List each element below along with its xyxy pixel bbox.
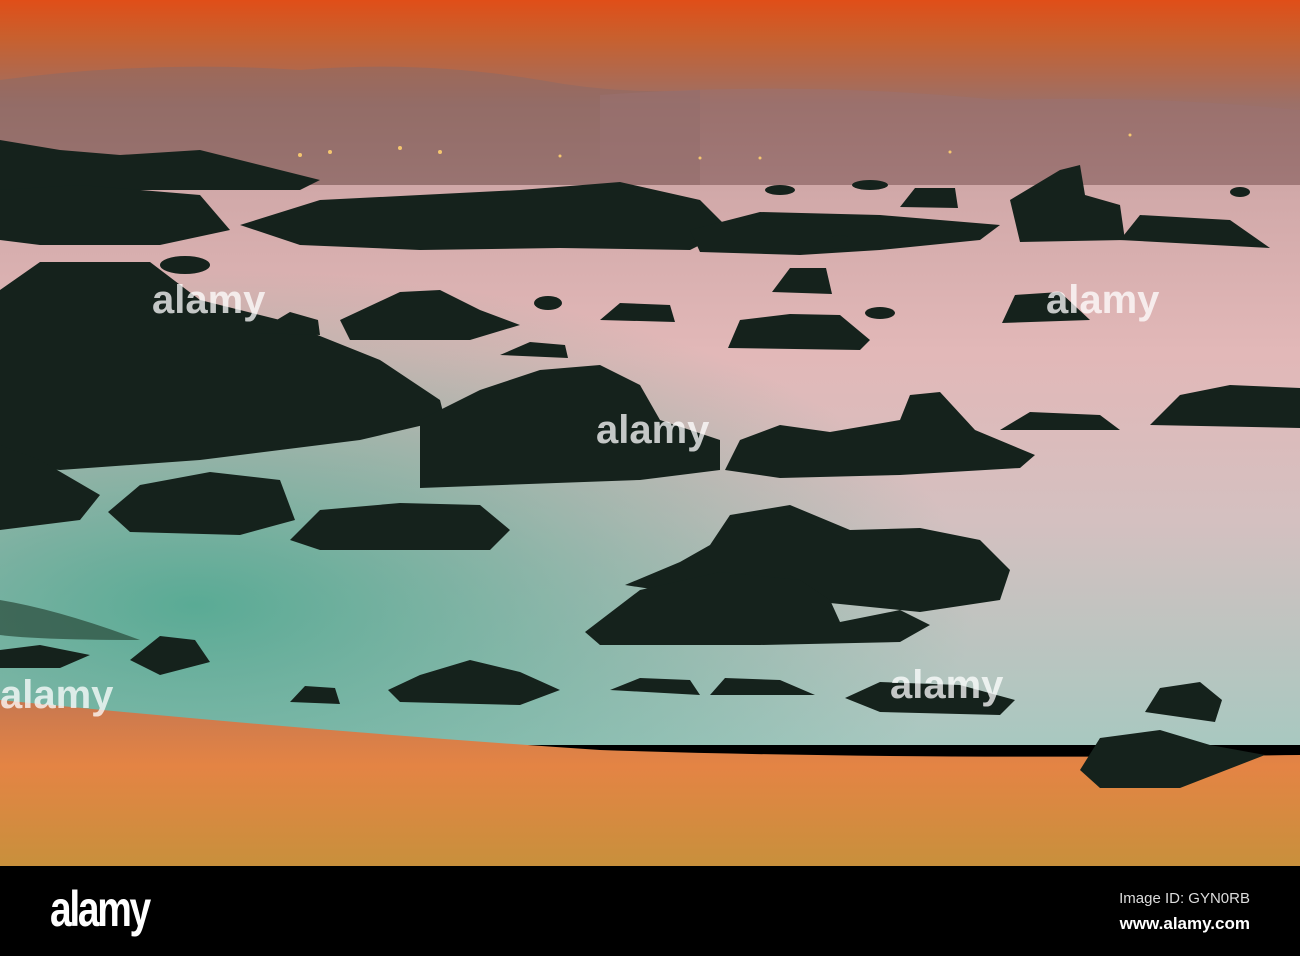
svg-text:alamy: alamy <box>890 663 1004 707</box>
svg-text:alamy: alamy <box>1046 278 1160 322</box>
stock-footer-bar: alamy Image ID: GYN0RB www.alamy.com <box>0 866 1300 956</box>
beach-sunset-photo: alamy alamy alamy alamy alamy <box>0 0 1300 866</box>
svg-text:alamy: alamy <box>0 673 114 717</box>
svg-text:alamy: alamy <box>596 408 710 452</box>
svg-text:alamy: alamy <box>152 278 266 322</box>
alamy-logo[interactable]: alamy <box>50 880 151 938</box>
image-id-label: Image ID: GYN0RB <box>1119 890 1250 907</box>
website-link[interactable]: www.alamy.com <box>1120 914 1250 934</box>
